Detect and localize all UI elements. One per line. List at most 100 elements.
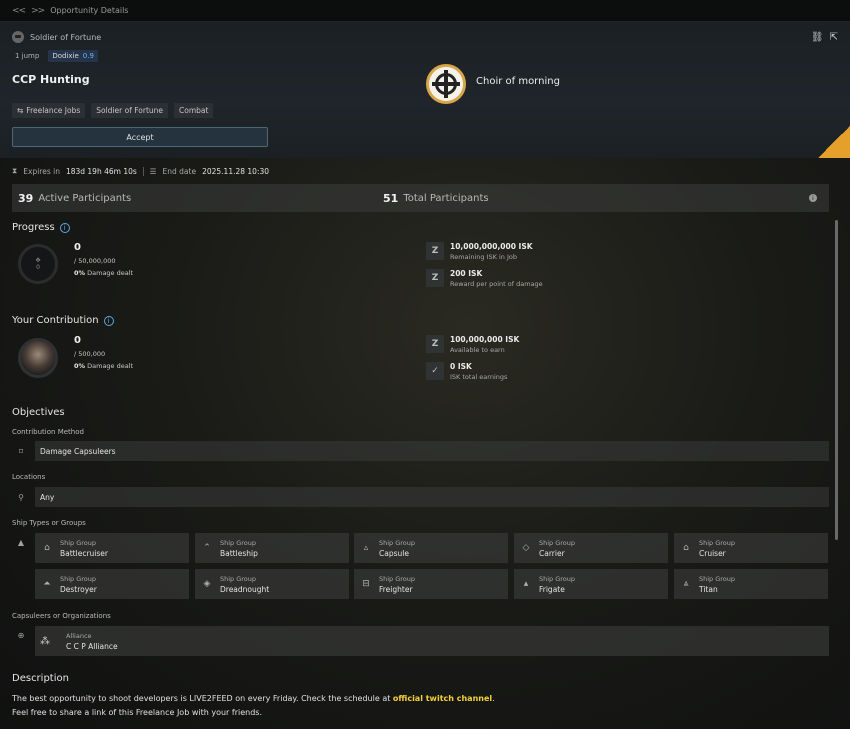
- contribution-method-field[interactable]: Damage Capsuleers: [35, 441, 829, 461]
- frigate-icon: ▴: [523, 579, 529, 589]
- ship-name: Frigate: [539, 584, 565, 594]
- crosshair-icon: [432, 70, 460, 98]
- contribution-percent-label: Damage dealt: [87, 362, 134, 370]
- total-participants: 51 Total Participants: [383, 192, 489, 205]
- tag-label: Soldier of Fortune: [96, 106, 164, 115]
- link-icon[interactable]: ⛓: [811, 32, 824, 43]
- progress-ring-value: 0: [36, 264, 40, 271]
- ship-name: Titan: [699, 584, 718, 594]
- skull-icon: [12, 31, 24, 43]
- participants-bar: 39 Active Participants 51 Total Particip…: [12, 184, 829, 212]
- info-icon[interactable]: i: [809, 194, 817, 202]
- available-label: Available to earn: [450, 346, 505, 354]
- description-text-end: .: [492, 694, 495, 703]
- active-participants: 39 Active Participants: [18, 192, 131, 205]
- locations-label: Locations: [12, 473, 46, 481]
- security-status: 0.9: [82, 52, 94, 60]
- contribution-title: Your Contribution i: [12, 315, 114, 326]
- scrollbar[interactable]: [835, 220, 838, 540]
- description-text: The best opportunity to shoot developers…: [12, 692, 495, 720]
- remaining-isk: Z 10,000,000,000 ISK Remaining ISK in Job: [426, 242, 533, 261]
- jumps-count: 1 jump: [15, 52, 40, 60]
- cruiser-icon: ⌂: [683, 543, 689, 553]
- tag-label: Combat: [179, 106, 209, 115]
- ship-name: Battlecruiser: [60, 548, 108, 558]
- description-title: Description: [12, 673, 69, 684]
- isk-icon: Z: [426, 242, 444, 260]
- available-isk: Z 100,000,000 ISK Available to earn: [426, 335, 519, 354]
- ship-group-label: Ship Group: [379, 574, 416, 583]
- ship-cruiser[interactable]: ⌂ Ship Group Cruiser: [674, 533, 828, 563]
- organization-name[interactable]: Choir of morning: [476, 76, 560, 87]
- ship-carrier[interactable]: ◇ Ship Group Carrier: [514, 533, 668, 563]
- ship-name: Battleship: [220, 548, 258, 558]
- locations-field[interactable]: Any: [35, 487, 829, 507]
- contribution-percent-row: 0% Damage dealt: [74, 362, 133, 370]
- tag-soldier-of-fortune[interactable]: Soldier of Fortune: [91, 103, 169, 118]
- tag-combat[interactable]: Combat: [174, 103, 214, 118]
- ship-freighter[interactable]: ⊟ Ship Group Freighter: [354, 569, 508, 599]
- titan-icon: ⩓: [683, 579, 689, 589]
- info-icon[interactable]: i: [59, 222, 70, 233]
- ship-group-label: Ship Group: [699, 574, 736, 583]
- hourglass-icon: ⧗: [12, 166, 18, 175]
- reward-label: Reward per point of damage: [450, 280, 543, 288]
- end-date-value: 2025.11.28 10:30: [202, 166, 270, 176]
- ship-group-label: Ship Group: [539, 574, 576, 583]
- ship-destroyer[interactable]: ⏶ Ship Group Destroyer: [35, 569, 189, 599]
- alliance-logo-icon: ⁂: [40, 635, 50, 647]
- tag-freelance-jobs[interactable]: ⇆ Freelance Jobs: [12, 103, 86, 118]
- ship-frigate[interactable]: ▴ Ship Group Frigate: [514, 569, 668, 599]
- corporation-name[interactable]: Soldier of Fortune: [30, 33, 101, 42]
- accent-corner: [818, 126, 850, 158]
- accept-button[interactable]: Accept: [12, 127, 268, 147]
- progress-percent-label: Damage dealt: [87, 269, 134, 277]
- ship-name: Dreadnought: [220, 584, 270, 594]
- header-actions: ⛓ ⇱: [811, 32, 838, 43]
- tag-label: Freelance Jobs: [26, 106, 81, 115]
- earned-value: 0 ISK: [450, 362, 472, 371]
- ship-group-label: Ship Group: [60, 574, 97, 583]
- external-link-icon[interactable]: ⇱: [830, 32, 838, 43]
- ship-name: Cruiser: [699, 548, 726, 558]
- calendar-icon: ☰: [149, 166, 157, 176]
- ship-dreadnought[interactable]: ◈ Ship Group Dreadnought: [195, 569, 349, 599]
- organization-logo[interactable]: [426, 64, 466, 104]
- ship-group-label: Ship Group: [539, 538, 576, 547]
- ship-battleship[interactable]: ⌃ Ship Group Battleship: [195, 533, 349, 563]
- ship-group-label: Ship Group: [699, 538, 736, 547]
- alliance-card[interactable]: ⁂ Alliance C C P Alliance: [35, 626, 829, 656]
- progress-percent-row: 0% Damage dealt: [74, 269, 133, 277]
- target-icon: ⊕: [17, 630, 25, 640]
- isk-icon: Z: [426, 335, 444, 353]
- system-badge[interactable]: Dodixie 0.9: [48, 50, 98, 62]
- avatar[interactable]: [18, 338, 58, 378]
- progress-target: / 50,000,000: [74, 257, 116, 265]
- twitch-channel-link[interactable]: official twitch channel: [393, 694, 492, 703]
- ship-capsule[interactable]: ▵ Ship Group Capsule: [354, 533, 508, 563]
- expiry-row: ⧗ Expires in 183d 19h 46m 10s ☰ End date…: [12, 166, 269, 176]
- progress-current: 0: [74, 242, 81, 253]
- expires-value: 183d 19h 46m 10s: [65, 166, 137, 176]
- info-icon[interactable]: i: [103, 315, 114, 326]
- back-button[interactable]: <<: [12, 6, 26, 16]
- contribution-title-text: Your Contribution: [12, 315, 99, 326]
- forward-button[interactable]: >>: [31, 6, 45, 16]
- location-row: 1 jump Dodixie 0.9: [12, 50, 98, 62]
- remaining-label: Remaining ISK in Job: [450, 253, 517, 261]
- progress-ring: ✥ 0: [18, 244, 58, 284]
- tag-list: ⇆ Freelance Jobs Soldier of Fortune Comba…: [12, 103, 214, 118]
- battleship-icon: ⌃: [203, 543, 211, 553]
- ship-titan[interactable]: ⩓ Ship Group Titan: [674, 569, 828, 599]
- expires-label: Expires in: [23, 166, 60, 176]
- reward-value: 200 ISK: [450, 269, 483, 278]
- crosshair-icon: ⌑: [18, 446, 24, 456]
- contribution-method-label: Contribution Method: [12, 428, 84, 436]
- available-value: 100,000,000 ISK: [450, 335, 520, 344]
- alliance-type: Alliance: [66, 631, 92, 640]
- ship-battlecruiser[interactable]: ⌂ Ship Group Battlecruiser: [35, 533, 189, 563]
- job-title: CCP Hunting: [12, 73, 90, 86]
- checkmark-icon: ✓: [426, 362, 444, 380]
- destroyer-icon: ⏶: [43, 579, 51, 589]
- top-bar: << >> Opportunity Details: [0, 0, 850, 22]
